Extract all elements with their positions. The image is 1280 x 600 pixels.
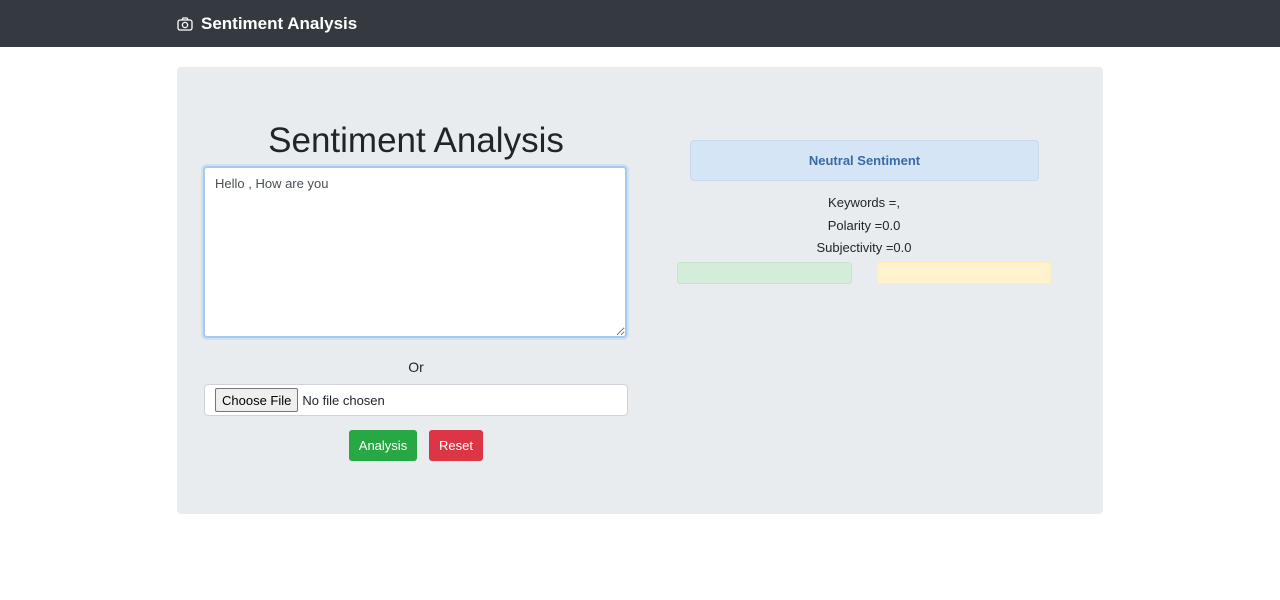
page-title: Sentiment Analysis (268, 121, 564, 160)
camera-icon (177, 17, 193, 31)
sentiment-label: Neutral Sentiment (808, 153, 921, 168)
neutral-indicator (877, 262, 1051, 284)
keywords-text: Keywords =, (828, 195, 900, 210)
or-label: Or (408, 359, 424, 375)
file-input[interactable]: Choose File No file chosen (204, 384, 628, 416)
brand-label: Sentiment Analysis (201, 14, 358, 33)
sentiment-result-alert: Neutral Sentiment (690, 140, 1039, 181)
subjectivity-text: Subjectivity =0.0 (816, 240, 912, 255)
navbar: Sentiment Analysis (0, 0, 1280, 47)
positive-indicator (677, 262, 852, 284)
navbar-brand[interactable]: Sentiment Analysis (177, 12, 357, 36)
reset-button[interactable]: Reset (429, 430, 483, 461)
file-status: No file chosen (302, 392, 385, 408)
main-panel: Sentiment Analysis Hello , How are you O… (177, 67, 1103, 514)
choose-file-button[interactable]: Choose File (215, 388, 299, 412)
text-input[interactable]: Hello , How are you (203, 166, 627, 338)
analysis-button[interactable]: Analysis (349, 430, 417, 461)
polarity-text: Polarity =0.0 (827, 218, 901, 233)
